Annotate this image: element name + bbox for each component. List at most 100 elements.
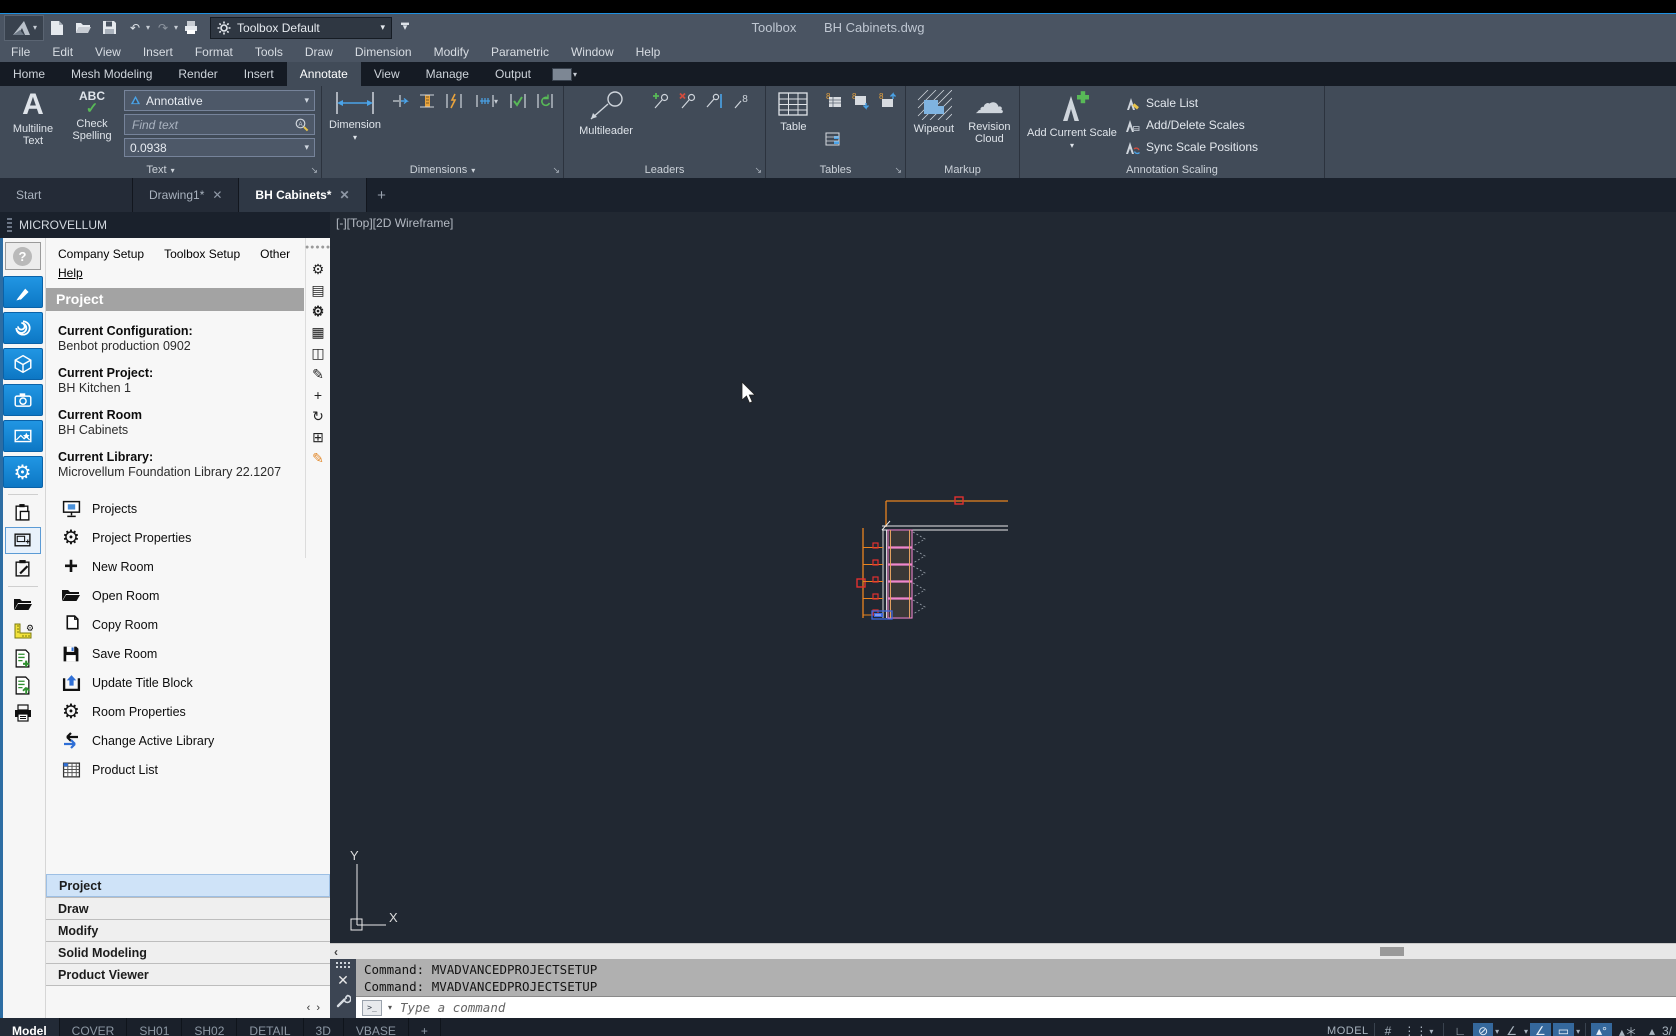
palette-menu-other[interactable]: Other bbox=[260, 247, 290, 261]
autoscale-toggle[interactable]: ▴＊ bbox=[1614, 1022, 1642, 1036]
accordion-draw[interactable]: Draw bbox=[46, 897, 330, 919]
layout-tab-3d[interactable]: 3D bbox=[304, 1018, 344, 1036]
ribbon-tab-mesh-modeling[interactable]: Mesh Modeling bbox=[58, 62, 165, 86]
text-style-combo[interactable]: Annotative ▾ bbox=[124, 90, 315, 111]
app-menu-button[interactable]: ▾ bbox=[4, 14, 44, 41]
polar-dropdown-icon[interactable]: ▾ bbox=[1495, 1027, 1499, 1036]
palette-title-bar[interactable]: MICROVELLUM bbox=[0, 212, 330, 238]
scale-list-button[interactable]: Scale List bbox=[1124, 92, 1258, 114]
sync-scale-positions-button[interactable]: Sync Scale Positions bbox=[1124, 136, 1258, 158]
marker-tool-button[interactable] bbox=[2, 276, 43, 308]
copy-room-button[interactable]: Copy Room bbox=[46, 610, 330, 639]
menu-draw[interactable]: Draw bbox=[294, 45, 344, 59]
dim-break-button[interactable] bbox=[388, 90, 412, 112]
ribbon-tab-manage[interactable]: Manage bbox=[413, 62, 482, 86]
ribbon-tab-home[interactable]: Home bbox=[0, 62, 58, 86]
revision-cloud-button[interactable]: ☁ Revision Cloud bbox=[966, 89, 1013, 162]
paste-tool-button[interactable] bbox=[6, 500, 40, 525]
side-move-icon[interactable]: + bbox=[314, 388, 322, 402]
horizontal-scrollbar[interactable]: ‹ bbox=[330, 943, 1676, 959]
side-panel-icon[interactable]: ◫ bbox=[311, 346, 324, 360]
polar-tracking-toggle[interactable]: ⊘ bbox=[1473, 1023, 1494, 1036]
menu-edit[interactable]: Edit bbox=[41, 45, 84, 59]
scrollbar-thumb[interactable] bbox=[1380, 947, 1404, 956]
side-marker-orange-icon[interactable]: ✎ bbox=[312, 451, 324, 465]
command-close-icon[interactable]: ✕ bbox=[337, 973, 349, 987]
dim-update-button[interactable] bbox=[533, 90, 557, 112]
ribbon-tab-annotate[interactable]: Annotate bbox=[286, 62, 361, 86]
add-leader-button[interactable] bbox=[648, 90, 672, 112]
table-export-button[interactable]: 8 bbox=[821, 90, 845, 112]
command-input[interactable] bbox=[398, 999, 1676, 1016]
update-title-block-button[interactable]: Update Title Block bbox=[46, 668, 330, 697]
text-panel-launcher-icon[interactable]: ↘ bbox=[310, 165, 318, 176]
menu-parametric[interactable]: Parametric bbox=[480, 45, 560, 59]
accordion-modify[interactable]: Modify bbox=[46, 919, 330, 941]
settings-tool-button[interactable]: ⚙ bbox=[2, 456, 43, 488]
dim-break-lightning-button[interactable] bbox=[442, 90, 466, 112]
viewport-controls-label[interactable]: [-][Top][2D Wireframe] bbox=[336, 216, 453, 230]
palette-menu-toolbox-setup[interactable]: Toolbox Setup bbox=[164, 247, 240, 261]
command-grip-icon[interactable] bbox=[336, 962, 350, 968]
doc-tab-drawing1[interactable]: Drawing1* ✕ bbox=[133, 178, 240, 212]
drawing-canvas[interactable]: [-][Top][2D Wireframe] Y X bbox=[330, 212, 1676, 943]
collect-multileader-button[interactable]: 8 bbox=[729, 90, 753, 112]
align-multileader-button[interactable] bbox=[702, 90, 726, 112]
leaders-panel-launcher-icon[interactable]: ↘ bbox=[754, 165, 762, 176]
annotation-scale-button[interactable]: ▴ bbox=[1644, 1023, 1660, 1036]
dimension-button[interactable]: Dimension ▾ bbox=[328, 90, 382, 162]
upload-document-tool-button[interactable] bbox=[6, 673, 40, 698]
snap-toggle[interactable]: ⋮⋮ ▾ bbox=[1398, 1023, 1438, 1036]
palette-grip-icon[interactable] bbox=[7, 218, 12, 232]
open-room-button[interactable]: Open Room bbox=[46, 581, 330, 610]
menu-format[interactable]: Format bbox=[184, 45, 244, 59]
find-text-input[interactable] bbox=[130, 116, 294, 133]
side-notes-icon[interactable]: ▤ bbox=[311, 283, 324, 297]
remove-leader-button[interactable] bbox=[675, 90, 699, 112]
wipeout-button[interactable]: Wipeout bbox=[912, 90, 956, 162]
dim-adjust-space-button[interactable] bbox=[415, 90, 439, 112]
open-tool-button[interactable] bbox=[6, 592, 40, 617]
new-room-button[interactable]: + New Room bbox=[46, 552, 330, 581]
model-space-toggle[interactable]: MODEL bbox=[1327, 1025, 1369, 1036]
tables-panel-launcher-icon[interactable]: ↘ bbox=[894, 165, 902, 176]
side-pencil-icon[interactable]: ✎ bbox=[312, 367, 324, 381]
product-list-button[interactable]: Product List bbox=[46, 755, 330, 784]
layout-tab-sh02[interactable]: SH02 bbox=[182, 1018, 238, 1036]
palette-menu-company-setup[interactable]: Company Setup bbox=[58, 247, 144, 261]
command-prompt-icon[interactable]: >_ bbox=[362, 999, 382, 1016]
isodraft-dropdown-icon[interactable]: ▾ bbox=[1524, 1027, 1528, 1036]
table-data-link-down-button[interactable]: 8 bbox=[848, 90, 872, 112]
ribbon-tab-insert[interactable]: Insert bbox=[231, 62, 287, 86]
doc-tab-start[interactable]: Start bbox=[0, 178, 133, 212]
command-customize-wrench-icon[interactable] bbox=[335, 992, 351, 1008]
menu-tools[interactable]: Tools bbox=[244, 45, 294, 59]
menu-window[interactable]: Window bbox=[560, 45, 625, 59]
undo-button[interactable]: ↶ bbox=[122, 16, 148, 40]
ribbon-tab-view[interactable]: View bbox=[361, 62, 413, 86]
accordion-product-viewer[interactable]: Product Viewer bbox=[46, 963, 330, 985]
layout-tab-cover[interactable]: COVER bbox=[60, 1018, 128, 1036]
scroll-left-icon[interactable]: ‹ bbox=[334, 945, 338, 959]
check-spelling-button[interactable]: ABC ✓ Check Spelling bbox=[66, 90, 118, 162]
text-height-combo[interactable]: 0.0938 ▾ bbox=[124, 138, 315, 157]
doc-tab-bh-cabinets[interactable]: BH Cabinets* ✕ bbox=[239, 178, 367, 212]
save-room-button[interactable]: Save Room bbox=[46, 639, 330, 668]
table-button[interactable]: Table bbox=[772, 90, 815, 162]
ortho-toggle[interactable]: ∟ bbox=[1449, 1023, 1471, 1036]
projects-button[interactable]: Projects bbox=[46, 494, 330, 523]
grid-toggle[interactable]: # bbox=[1380, 1023, 1397, 1036]
plot-button[interactable] bbox=[178, 16, 204, 40]
table-extract-data-button[interactable] bbox=[821, 128, 845, 150]
text-panel-label[interactable]: Text ▾ bbox=[0, 162, 321, 178]
camera-tool-button[interactable] bbox=[2, 384, 43, 416]
menu-file[interactable]: File bbox=[0, 45, 41, 59]
dim-continue-button[interactable]: ▾ bbox=[469, 90, 503, 112]
isodraft-toggle[interactable]: ∠ bbox=[1501, 1023, 1522, 1036]
doc-tab-bh-cabinets-close-icon[interactable]: ✕ bbox=[339, 188, 349, 202]
dimensions-panel-label[interactable]: Dimensions ▾ bbox=[322, 162, 563, 178]
ribbon-tab-output[interactable]: Output bbox=[482, 62, 544, 86]
menu-modify[interactable]: Modify bbox=[423, 45, 480, 59]
new-file-button[interactable] bbox=[44, 16, 70, 40]
menu-view[interactable]: View bbox=[84, 45, 132, 59]
